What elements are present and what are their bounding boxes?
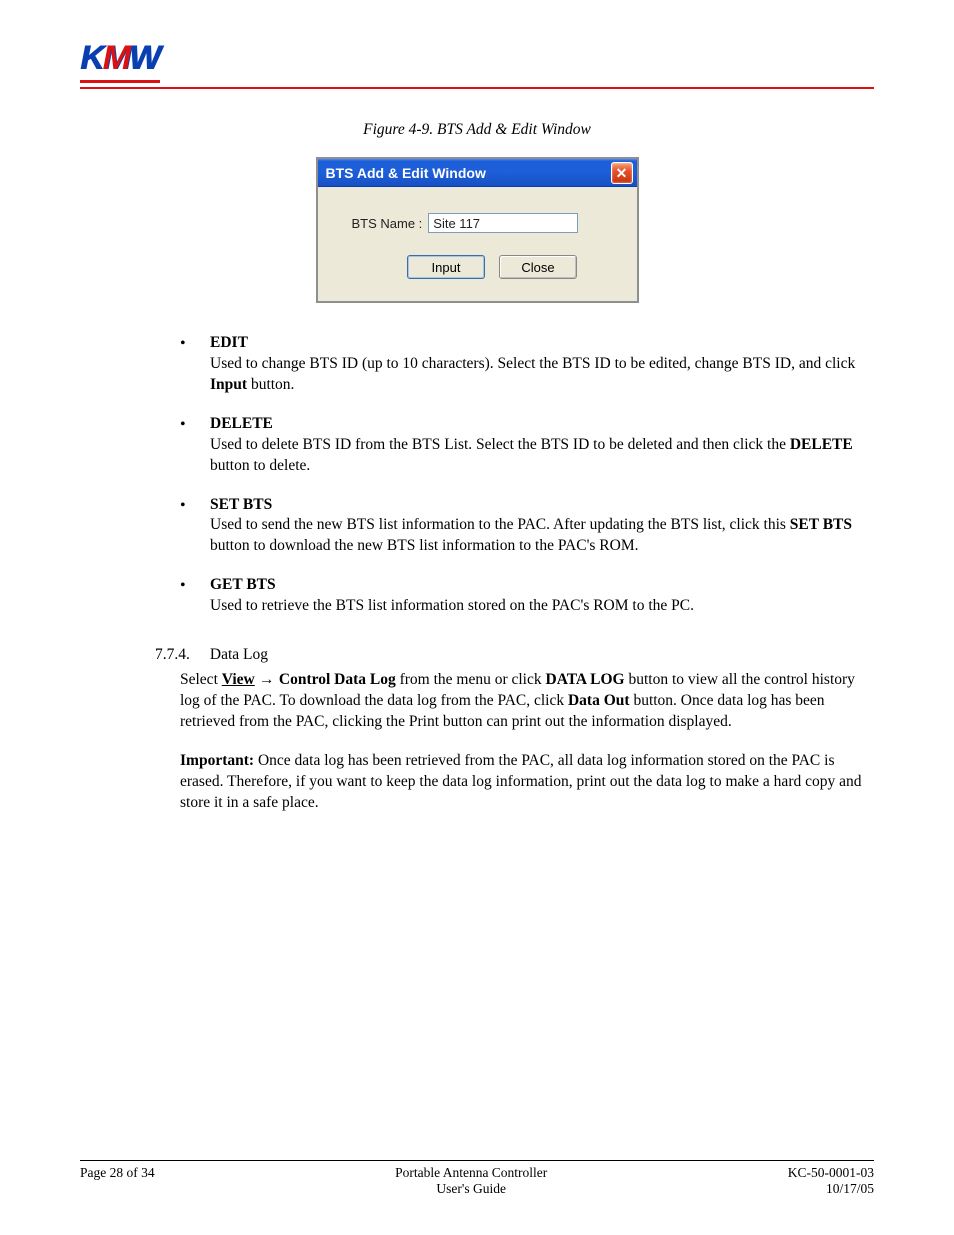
content-block: EDIT Used to change BTS ID (up to 10 cha…	[80, 333, 874, 814]
logo-letter-k: K	[80, 39, 103, 78]
brand-logo: K M W	[80, 39, 160, 83]
item-body: Used to retrieve the BTS list informatio…	[210, 597, 694, 614]
section-number: 7.7.4.	[155, 645, 190, 666]
item-body: Used to delete BTS ID from the BTS List.…	[210, 436, 853, 474]
item-title-setbts: SET BTS	[210, 496, 272, 513]
section-title: Data Log	[210, 645, 268, 666]
logo-letter-w: W	[129, 39, 159, 78]
item-title-getbts: GET BTS	[210, 576, 276, 593]
item-title-edit: EDIT	[210, 334, 248, 351]
close-icon[interactable]: ✕	[611, 162, 633, 184]
list-item: GET BTS Used to retrieve the BTS list in…	[180, 575, 874, 617]
item-title-delete: DELETE	[210, 415, 273, 432]
page-header: K M W	[80, 35, 874, 89]
bts-name-label: BTS Name :	[352, 216, 423, 231]
dialog-body: BTS Name : Input Close	[318, 187, 637, 301]
item-body: Used to change BTS ID (up to 10 characte…	[210, 355, 855, 393]
close-button[interactable]: Close	[499, 255, 577, 279]
bts-add-edit-dialog: BTS Add & Edit Window ✕ BTS Name : Input…	[316, 157, 639, 303]
footer-center: Portable Antenna Controller User's Guide	[395, 1165, 547, 1197]
section-body: Select View → Control Data Log from the …	[180, 670, 874, 814]
list-item: DELETE Used to delete BTS ID from the BT…	[180, 414, 874, 477]
logo-letter-m: M	[103, 39, 129, 78]
footer-left: Page 28 of 34	[80, 1165, 155, 1197]
item-body: Used to send the new BTS list informatio…	[210, 516, 852, 554]
logo-underline	[80, 80, 160, 83]
bts-name-input[interactable]	[428, 213, 578, 233]
important-label: Important:	[180, 752, 254, 769]
list-item: SET BTS Used to send the new BTS list in…	[180, 495, 874, 558]
section-heading: 7.7.4. Data Log	[155, 645, 874, 666]
dialog-title: BTS Add & Edit Window	[326, 165, 486, 181]
list-item: EDIT Used to change BTS ID (up to 10 cha…	[180, 333, 874, 396]
figure-caption: Figure 4-9. BTS Add & Edit Window	[80, 121, 874, 139]
menu-view-text: View	[222, 671, 255, 688]
page-footer: Page 28 of 34 Portable Antenna Controlle…	[80, 1160, 874, 1197]
footer-right: KC-50-0001-03 10/17/05	[788, 1165, 874, 1197]
input-button[interactable]: Input	[407, 255, 485, 279]
dialog-titlebar: BTS Add & Edit Window ✕	[318, 159, 637, 187]
